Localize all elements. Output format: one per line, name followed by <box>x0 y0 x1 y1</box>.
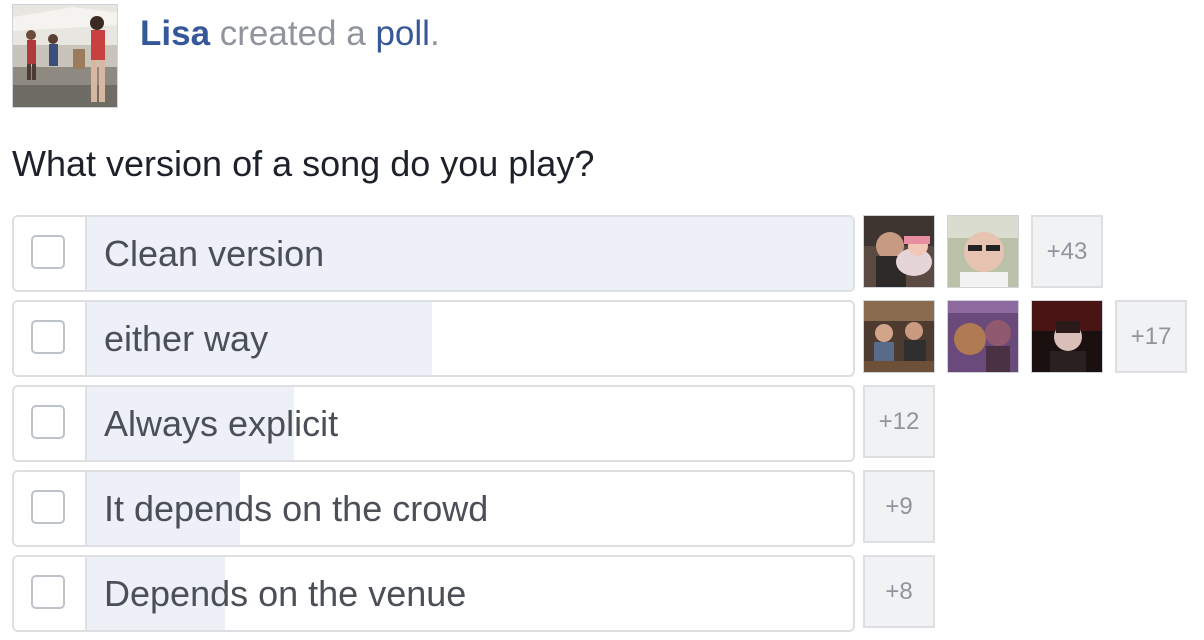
option-checkbox[interactable] <box>31 405 65 439</box>
more-voters-button[interactable]: +9 <box>863 470 935 543</box>
voter-avatar[interactable] <box>1031 300 1103 373</box>
voter-avatar[interactable] <box>863 215 935 288</box>
checkbox-cell <box>14 557 87 630</box>
option-checkbox[interactable] <box>31 235 65 269</box>
poll-option-row: It depends on the crowd +9 <box>12 470 1202 547</box>
option-label: Always explicit <box>104 403 339 444</box>
more-voters-button[interactable]: +8 <box>863 555 935 628</box>
poll-option[interactable]: Clean version <box>12 215 855 292</box>
post-punctuation: . <box>429 14 440 53</box>
more-voters-button[interactable]: +12 <box>863 385 935 458</box>
poll-question: What version of a song do you play? <box>12 143 595 184</box>
voter-list: +12 <box>863 385 935 460</box>
poll-link[interactable]: poll <box>375 14 429 53</box>
option-checkbox[interactable] <box>31 575 65 609</box>
post-header: Lisa created a poll. <box>12 4 440 108</box>
poll-option-row: either way +17 <box>12 300 1202 377</box>
option-checkbox[interactable] <box>31 490 65 524</box>
author-name-link[interactable]: Lisa <box>140 14 210 53</box>
poll-option[interactable]: It depends on the crowd <box>12 470 855 547</box>
voter-avatar[interactable] <box>947 300 1019 373</box>
checkbox-cell <box>14 387 87 460</box>
poll-option[interactable]: Depends on the venue <box>12 555 855 632</box>
voter-list: +43 <box>863 215 1103 290</box>
poll-option-row: Always explicit +12 <box>12 385 1202 462</box>
option-label: either way <box>104 318 269 359</box>
poll-option-row: Clean version +43 <box>12 215 1202 292</box>
checkbox-cell <box>14 472 87 545</box>
post-summary: Lisa created a poll. <box>140 14 440 54</box>
post-action-text: created a <box>219 14 366 53</box>
poll-option[interactable]: Always explicit <box>12 385 855 462</box>
author-avatar[interactable] <box>12 4 118 108</box>
voter-list: +9 <box>863 470 935 545</box>
more-voters-button[interactable]: +43 <box>1031 215 1103 288</box>
voter-list: +17 <box>863 300 1187 375</box>
voter-list: +8 <box>863 555 935 630</box>
poll-option-row: Depends on the venue +8 <box>12 555 1202 632</box>
more-voters-button[interactable]: +17 <box>1115 300 1187 373</box>
checkbox-cell <box>14 217 87 290</box>
option-label: It depends on the crowd <box>104 488 489 529</box>
option-label: Depends on the venue <box>104 573 467 614</box>
voter-avatar[interactable] <box>947 215 1019 288</box>
checkbox-cell <box>14 302 87 375</box>
voter-avatar[interactable] <box>863 300 935 373</box>
option-checkbox[interactable] <box>31 320 65 354</box>
poll-option[interactable]: either way <box>12 300 855 377</box>
option-label: Clean version <box>104 233 325 274</box>
